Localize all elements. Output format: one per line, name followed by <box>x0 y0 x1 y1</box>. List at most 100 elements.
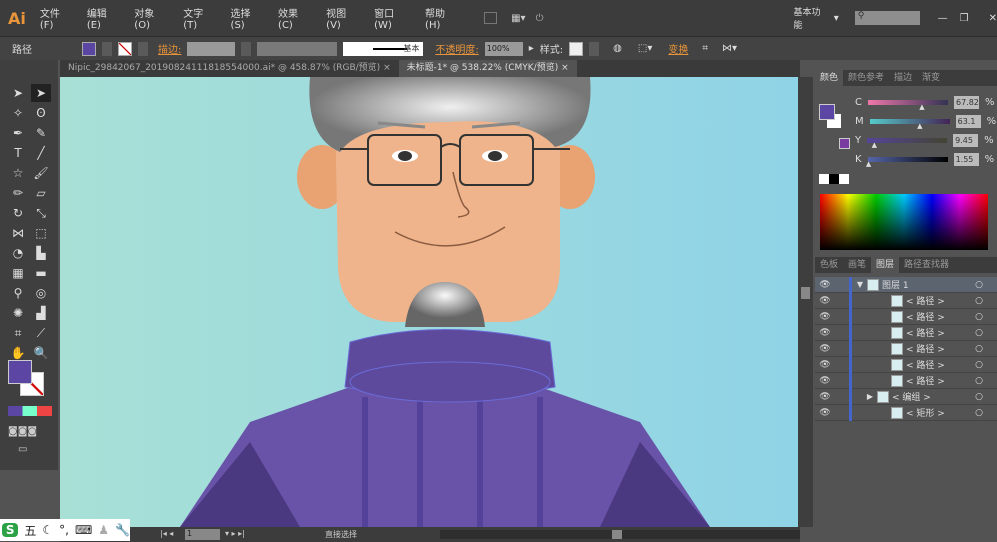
target-circle-icon[interactable]: ○ <box>975 376 983 386</box>
visibility-eye-icon[interactable]: 👁 <box>815 344 835 354</box>
visibility-eye-icon[interactable]: 👁 <box>815 312 835 322</box>
close-button[interactable]: ✕ <box>989 13 997 24</box>
channel-value-input[interactable]: 9.45 <box>953 134 979 147</box>
visibility-eye-icon[interactable]: 👁 <box>815 296 835 306</box>
visibility-eye-icon[interactable]: 👁 <box>815 328 835 338</box>
layer-item[interactable]: 👁 < 路径 > ○ <box>815 340 997 357</box>
target-circle-icon[interactable]: ○ <box>975 328 983 338</box>
visibility-eye-icon[interactable]: 👁 <box>815 376 835 386</box>
column-graph-icon[interactable]: ▟ <box>31 304 51 322</box>
slider-y[interactable]: Y ▲ 9.45% <box>855 134 994 149</box>
align-icon[interactable]: ⬚▾ <box>638 43 652 54</box>
visibility-eye-icon[interactable]: 👁 <box>815 280 835 290</box>
layer-item[interactable]: 👁 < 路径 > ○ <box>815 292 997 309</box>
target-circle-icon[interactable]: ○ <box>975 296 983 306</box>
layer-item[interactable]: 👁 < 矩形 > ○ <box>815 404 997 421</box>
layer-name[interactable]: < 编组 > <box>892 390 975 403</box>
artboard-canvas[interactable] <box>60 77 798 527</box>
slider-track[interactable]: ▲ <box>869 119 950 130</box>
horizontal-scrollbar[interactable] <box>440 530 800 539</box>
channel-value-input[interactable]: 1.55 <box>953 153 979 166</box>
stroke-weight-input[interactable] <box>187 41 236 56</box>
paintbrush-icon[interactable]: 🖌 <box>31 164 51 182</box>
slider-track[interactable]: ▲ <box>866 157 948 168</box>
layer-item[interactable]: 👁 ▶ < 编组 > ○ <box>815 388 997 405</box>
punctuation-icon[interactable]: °, <box>59 523 69 537</box>
layer-item[interactable]: 👁 < 路径 > ○ <box>815 324 997 341</box>
wrench-icon[interactable]: 🔧 <box>115 523 130 537</box>
layer-item[interactable]: 👁 < 路径 > ○ <box>815 372 997 389</box>
slice-icon[interactable]: ⟋ <box>31 324 51 342</box>
page-next-icon[interactable]: ▾ ▸ ▸| <box>225 529 245 538</box>
layer-item[interactable]: 👁 < 路径 > ○ <box>815 356 997 373</box>
selection-tool-icon[interactable]: ➤ <box>8 84 28 102</box>
panel-fill-swatch[interactable] <box>819 104 835 120</box>
target-circle-icon[interactable]: ○ <box>975 312 983 322</box>
channel-value-input[interactable]: 67.82 <box>953 96 979 109</box>
channel-value-input[interactable]: 63.1 <box>955 115 981 128</box>
pen-tool-icon[interactable]: ✒ <box>8 124 28 142</box>
recolor-icon[interactable]: ◍ <box>613 43 622 54</box>
tab-stroke[interactable]: 描边 <box>889 70 917 86</box>
opacity-input[interactable]: 100% <box>484 41 523 56</box>
direct-selection-tool-icon[interactable]: ➤ <box>31 84 51 102</box>
stroke-label[interactable]: 描边: <box>158 41 181 56</box>
menu-view[interactable]: 视图(V) <box>326 5 359 31</box>
user-icon[interactable]: ♟ <box>98 523 109 537</box>
mesh-icon[interactable]: ▦ <box>8 264 28 282</box>
slider-c[interactable]: C ▲ 67.82% <box>855 96 995 111</box>
menu-object[interactable]: 对象(O) <box>134 5 168 31</box>
lasso-icon[interactable]: ʘ <box>31 104 51 122</box>
arrange-icon[interactable]: ▦▾ <box>511 13 525 24</box>
type-tool-icon[interactable]: T <box>8 144 28 162</box>
layer-name[interactable]: 图层 1 <box>882 278 975 291</box>
slider-track[interactable]: ▲ <box>867 138 948 149</box>
layer-row-top[interactable]: 👁 ▼ 图层 1 ○ <box>815 276 997 293</box>
stroke-weight-dropdown[interactable] <box>241 41 252 56</box>
eyedropper-icon[interactable]: ⚲ <box>8 284 28 302</box>
isolate-icon[interactable]: ⌗ <box>702 43 708 54</box>
target-circle-icon[interactable]: ○ <box>975 280 983 290</box>
slider-k[interactable]: K ▲ 1.55% <box>855 153 994 168</box>
width-tool-icon[interactable]: ⋈ <box>8 224 28 242</box>
layer-name[interactable]: < 路径 > <box>906 310 975 323</box>
scale-icon[interactable]: ⤡ <box>31 204 51 222</box>
menu-help[interactable]: 帮助(H) <box>425 5 459 31</box>
none-black-white-swatches[interactable] <box>819 174 849 184</box>
moon-icon[interactable]: ☾ <box>42 523 53 537</box>
color-spectrum[interactable] <box>820 194 988 250</box>
menu-select[interactable]: 选择(S) <box>231 5 264 31</box>
star-tool-icon[interactable]: ☆ <box>8 164 28 182</box>
tab-color[interactable]: 颜色 <box>815 70 844 86</box>
restore-button[interactable]: ❐ <box>960 13 969 24</box>
menu-file[interactable]: 文件(F) <box>40 5 72 31</box>
layer-name[interactable]: < 路径 > <box>906 374 975 387</box>
fill-dropdown[interactable] <box>102 41 112 56</box>
pencil-icon[interactable]: ✏ <box>8 184 28 202</box>
chart-tool-icon[interactable]: ▙ <box>31 244 51 262</box>
bridge-icon[interactable] <box>483 12 498 24</box>
stroke-swatch[interactable] <box>118 41 132 56</box>
tab-layers[interactable]: 图层 <box>871 257 900 273</box>
slider-m[interactable]: M ▲ 63.1% <box>855 115 996 130</box>
select-similar-icon[interactable]: ⋈▾ <box>722 43 737 54</box>
opacity-arrow[interactable]: ▸ <box>529 43 534 54</box>
page-first-icon[interactable]: |◂ ◂ <box>160 529 173 538</box>
blend-icon[interactable]: ◎ <box>31 284 51 302</box>
keyboard-icon[interactable]: ⌨ <box>75 523 92 537</box>
target-circle-icon[interactable]: ○ <box>975 344 983 354</box>
vertical-scrollbar[interactable] <box>798 77 813 527</box>
screen-mode-icon[interactable]: ▭ <box>18 444 27 455</box>
style-dropdown[interactable] <box>589 41 600 56</box>
sync-icon[interactable]: ⏻ <box>536 13 544 24</box>
menu-type[interactable]: 文字(T) <box>183 5 215 31</box>
tab-document-2[interactable]: 未标题-1* @ 538.22% (CMYK/预览) × <box>398 60 577 77</box>
tab-document-1[interactable]: Nipic_29842067_20190824111818554000.ai* … <box>60 60 399 77</box>
fill-color-box[interactable] <box>8 360 32 384</box>
layer-name[interactable]: < 路径 > <box>906 358 975 371</box>
curvature-icon[interactable]: ✎ <box>31 124 51 142</box>
layer-name[interactable]: < 矩形 > <box>906 406 975 419</box>
slider-thumb[interactable]: ▲ <box>917 122 922 130</box>
fill-swatch[interactable] <box>82 41 96 56</box>
layer-name[interactable]: < 路径 > <box>906 342 975 355</box>
